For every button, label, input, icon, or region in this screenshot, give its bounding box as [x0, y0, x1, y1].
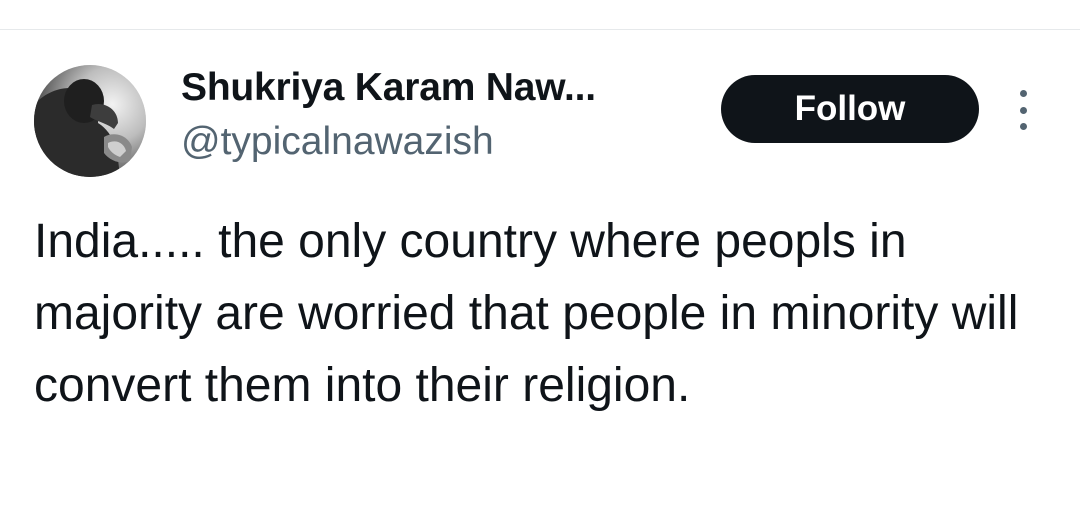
top-divider	[0, 29, 1080, 30]
author-handle[interactable]: @typicalnawazish	[181, 120, 494, 164]
more-dot	[1019, 123, 1027, 130]
more-vertical-icon[interactable]	[1010, 90, 1036, 130]
tweet-screen: Shukriya Karam Naw... @typicalnawazish F…	[0, 0, 1080, 505]
follow-button[interactable]: Follow	[721, 75, 979, 143]
profile-photo-icon	[34, 65, 146, 177]
more-dot	[1019, 106, 1027, 114]
author-display-name[interactable]: Shukriya Karam Naw...	[181, 66, 596, 110]
tweet-text: India..... the only country where peopls…	[34, 215, 1019, 412]
more-dot	[1019, 90, 1027, 97]
avatar[interactable]	[34, 65, 146, 177]
